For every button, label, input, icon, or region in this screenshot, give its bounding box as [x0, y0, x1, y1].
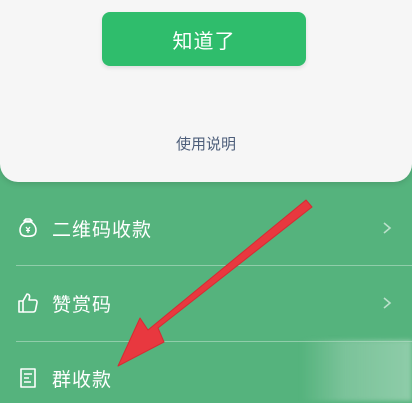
menu-item-label: 二维码收款 — [52, 218, 153, 241]
popup-sheet: 知道了 使用说明 — [0, 0, 412, 182]
menu-item-qr-collection[interactable]: 二维码收款 — [0, 203, 412, 253]
money-bag-icon — [19, 218, 37, 238]
divider — [16, 265, 412, 266]
got-it-button[interactable]: 知道了 — [102, 12, 306, 66]
menu-item-appreciation-code[interactable]: 赞赏码 — [0, 278, 412, 328]
menu-item-label: 赞赏码 — [52, 293, 113, 316]
menu-item-label: 群收款 — [52, 368, 113, 391]
chevron-right-icon — [383, 222, 392, 234]
pixelated-area — [300, 340, 412, 401]
thumbs-up-icon — [18, 293, 38, 313]
usage-instructions-link[interactable]: 使用说明 — [0, 133, 412, 154]
chevron-right-icon — [383, 297, 392, 309]
receipt-icon — [20, 368, 36, 388]
